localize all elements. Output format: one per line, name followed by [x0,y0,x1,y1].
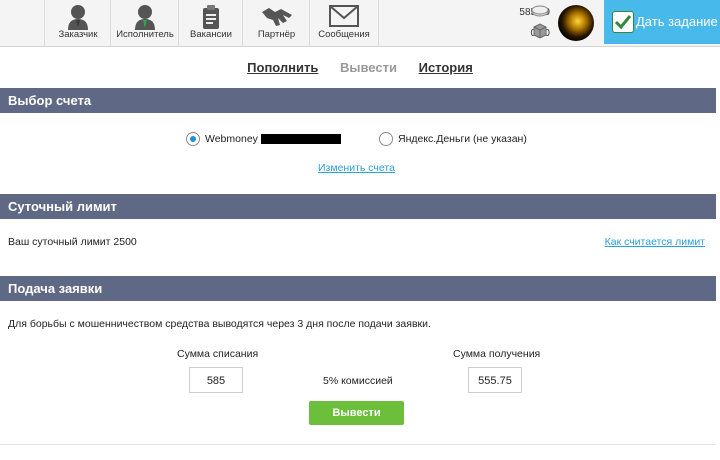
nav-item-label: Вакансии [190,29,232,40]
how-limit-calculated-link[interactable]: Как считается лимит [605,236,705,248]
yandex-money-label: Яндекс.Деньги (не указан) [398,133,527,145]
bottom-divider [0,444,716,445]
receive-amount-label: Сумма получения [453,348,541,360]
vacancies-briefcase-icon [203,5,219,29]
debit-amount-label: Сумма списания [177,348,259,360]
section-header-account-choice: Выбор счета [0,88,716,113]
nav-item-messages[interactable]: Сообщения [309,0,379,46]
fraud-notice: Для борьбы с мошенничеством средства выв… [8,318,431,330]
nav-item-label: Исполнитель [116,29,174,40]
coins-icon [531,5,549,17]
freelancer-person-icon [135,5,155,30]
nav-item-partner[interactable]: Партнёр [242,0,310,46]
withdraw-submit-button[interactable]: Вывести [309,401,404,425]
finance-tabs: Пополнить Вывести История [0,60,720,75]
tab-history[interactable]: История [419,60,473,75]
user-avatar[interactable] [558,5,594,41]
section-header-daily-limit: Суточный лимит [0,194,716,219]
change-accounts-link[interactable]: Изменить счета [318,162,395,174]
section-header-request: Подача заявки [0,276,716,301]
receive-amount-field[interactable]: 555.75 [468,367,522,393]
give-task-button[interactable]: Дать задание [604,0,720,44]
give-task-label: Дать задание [636,14,718,29]
nav-item-label: Сообщения [318,29,370,40]
partner-handshake-icon [261,8,292,26]
webmoney-label: Webmoney [205,133,258,145]
radio-webmoney[interactable] [186,132,200,146]
nav-item-label: Заказчик [58,29,98,40]
box-icon [533,23,547,39]
redacted-wallet-number [261,134,341,144]
nav-item-label: Партнёр [257,29,296,40]
client-person-icon [68,5,88,30]
nav-item-vacancies[interactable]: Вакансии [178,0,243,46]
radio-yandex-money[interactable] [379,132,393,146]
check-icon [612,11,634,33]
daily-limit-text: Ваш суточный лимит 2500 [8,236,137,248]
debit-amount-input[interactable]: 585 [189,367,243,393]
tab-deposit[interactable]: Пополнить [247,60,318,75]
top-navigation-bar: Заказчик Исполнитель Вакансии Партнёр Со… [0,0,720,47]
tab-withdraw[interactable]: Вывести [340,60,397,75]
commission-text: 5% комиссией [323,375,393,387]
messages-envelope-icon [329,5,359,27]
nav-item-freelancer[interactable]: Исполнитель [110,0,179,46]
nav-item-client[interactable]: Заказчик [44,0,111,46]
